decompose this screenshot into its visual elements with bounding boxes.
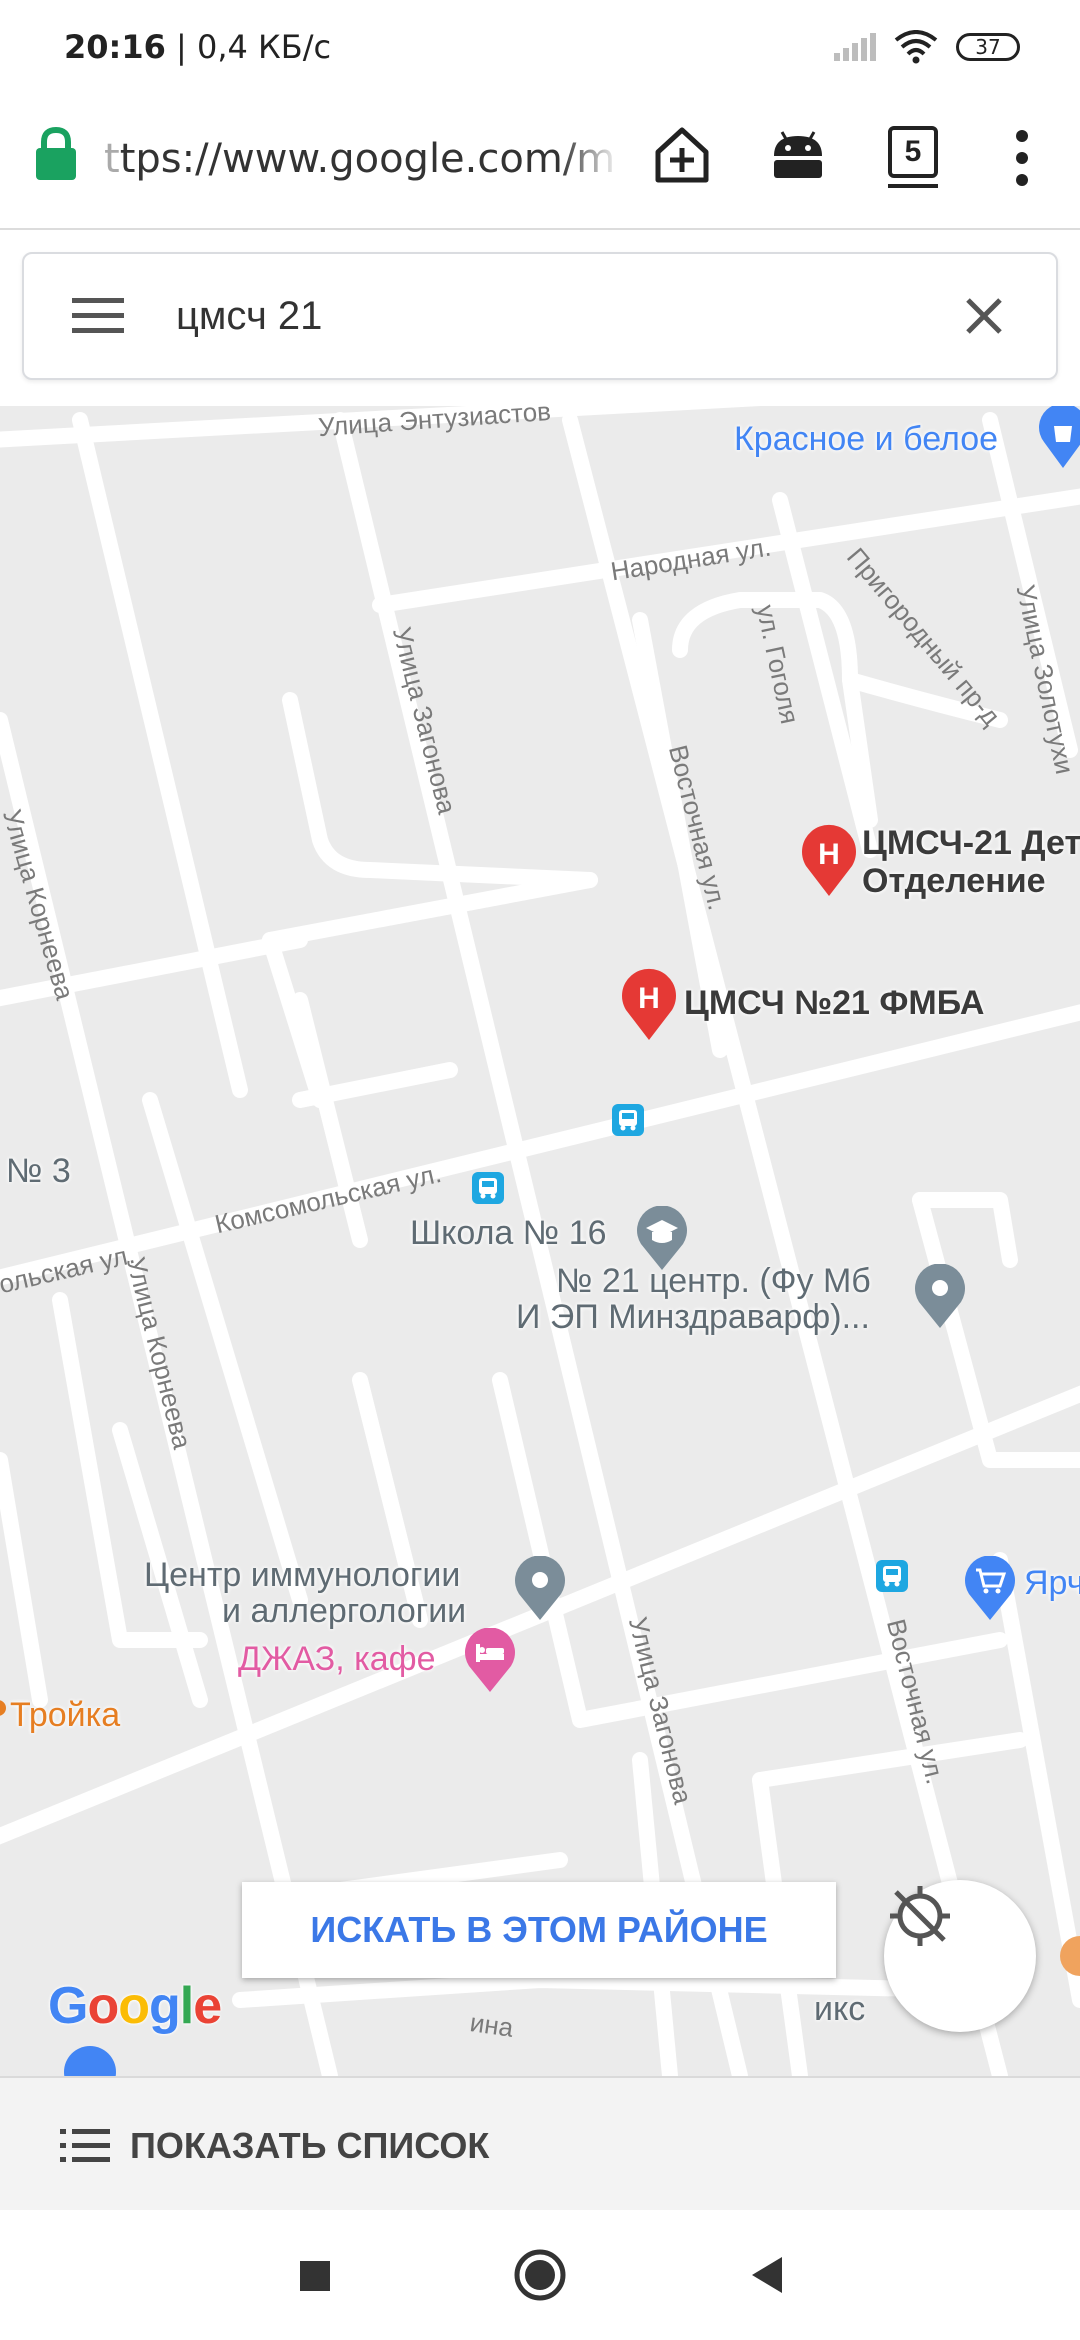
show-list-button[interactable]: ПОКАЗАТЬ СПИСОК [60,2106,489,2186]
logo-letter-g: G [48,1977,88,2035]
network-speed: | 0,4 КБ/с [176,28,332,66]
search-this-area-button[interactable]: ИСКАТЬ В ЭТОМ РАЙОНЕ [242,1882,836,1978]
poi-label-jazz[interactable]: ДЖАЗ, кафе [238,1640,436,1679]
hotel-pin-icon[interactable] [464,1628,516,1694]
poi-label-immuno-2[interactable]: и аллергологии [222,1592,466,1631]
poi-label-cmsch-det-1[interactable]: ЦМСЧ-21 Дет [862,824,1080,863]
hamburger-menu-icon[interactable] [72,298,124,334]
signal-icon [834,33,876,61]
my-location-button[interactable] [884,1880,1036,2032]
url-bar[interactable]: ttps://www.google.com/m [104,136,616,182]
lock-icon[interactable] [34,126,78,182]
clear-search-icon[interactable] [964,296,1004,336]
recent-apps-button[interactable] [284,2245,344,2305]
poi-label-immuno-1[interactable]: Центр иммунологии [144,1556,460,1595]
bus-stop-icon[interactable] [612,1104,644,1136]
show-list-label: ПОКАЗАТЬ СПИСОК [130,2125,490,2166]
home-button[interactable] [510,2245,570,2305]
more-menu-icon[interactable] [1010,128,1034,188]
svg-text:H: H [638,982,660,1015]
android-icon[interactable] [770,130,826,180]
poi-label-no3[interactable]: № 3 [6,1152,71,1191]
url-text: tps://www.google.com/m [119,136,616,182]
status-left: 20:16 | 0,4 КБ/с [64,28,331,66]
poi-label-center21-1[interactable]: № 21 центр. (Фу Мб [556,1262,871,1301]
search-box [22,252,1058,380]
poi-label-krasnoe-beloe[interactable]: Красное и белое [734,420,998,459]
poi-label-troika[interactable]: Тройка [10,1696,120,1735]
url-faded-part: t [104,136,120,182]
logo-letter-o2: o [118,1977,150,2035]
place-pin-icon[interactable] [514,1556,566,1622]
back-button[interactable] [736,2245,796,2305]
show-list-bar: ПОКАЗАТЬ СПИСОК [0,2076,1080,2212]
tab-count: 5 [904,135,922,168]
location-disabled-icon [890,1886,950,1946]
url-fade-overlay [560,126,620,196]
poi-label-center21-2[interactable]: И ЭП Минздраварф)... [516,1298,870,1337]
place-pin-icon[interactable] [914,1264,966,1330]
home-circle-icon [514,2249,566,2301]
status-icons: 37 [834,30,1020,64]
logo-letter-o1: o [87,1977,119,2035]
bus-stop-icon[interactable] [472,1172,504,1204]
back-triangle-icon [752,2257,782,2293]
logo-letter-l: l [179,1977,194,2035]
logo-letter-g2: g [148,1977,181,2035]
search-input[interactable] [174,280,938,352]
google-logo: Google [48,1976,222,2036]
bus-stop-icon[interactable] [876,1560,908,1592]
poi-label-fix[interactable]: икс [814,1990,865,2029]
hospital-pin-icon[interactable]: H [620,968,678,1042]
status-bar: 20:16 | 0,4 КБ/с 37 [0,0,1080,96]
hospital-pin-icon[interactable]: H [800,824,858,898]
add-to-home-icon[interactable] [650,122,714,186]
poi-label-cmsch-fmba[interactable]: ЦМСЧ №21 ФМБА [684,984,984,1023]
status-time: 20:16 [64,28,166,66]
map-view[interactable]: Улица Энтузиастов Народная ул. ул. Гогол… [0,406,1080,2076]
system-navigation-bar [0,2210,1080,2340]
shop-pin-icon[interactable] [1038,406,1080,470]
search-bar-container [0,230,1080,406]
square-icon [300,2261,330,2291]
battery-indicator: 37 [956,33,1020,61]
browser-toolbar: ttps://www.google.com/m 5 [0,96,1080,230]
poi-label-school[interactable]: Школа № 16 [410,1214,607,1253]
logo-letter-e: e [193,1977,222,2035]
svg-text:H: H [818,838,840,871]
battery-level: 37 [975,35,1001,59]
wifi-icon [894,30,938,64]
poi-label-cmsch-det-2[interactable]: Отделение [862,862,1046,901]
poi-label-yarche[interactable]: Ярч [1024,1564,1080,1603]
list-icon [60,2129,110,2162]
street-label-bottom: ина [468,2007,516,2043]
shop-cart-pin-icon[interactable] [964,1556,1016,1622]
tab-switcher-button[interactable]: 5 [888,126,938,188]
